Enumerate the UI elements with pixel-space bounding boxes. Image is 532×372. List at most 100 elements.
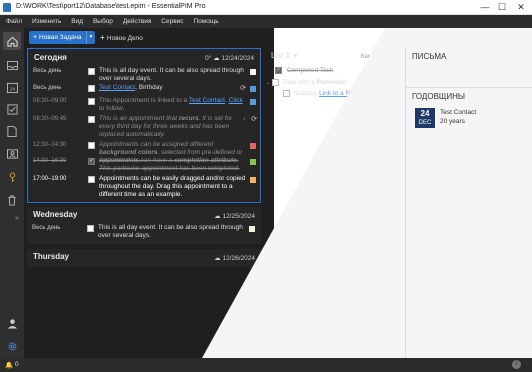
day-title: Thursday <box>33 252 70 261</box>
row-checkbox[interactable] <box>88 142 95 149</box>
new-case-button[interactable]: + Новое Дело <box>100 31 143 44</box>
appointment-row[interactable]: 14:30–16:30 ✓ Appointments can have a co… <box>28 157 260 174</box>
click-link[interactable]: Click <box>229 97 243 104</box>
row-checkbox[interactable] <box>88 98 95 105</box>
birthdays-section-title-light: ГОДОВЩИНЫ <box>412 92 466 101</box>
arrow-down-icon: ↓ <box>242 115 247 122</box>
close-button[interactable]: ✕ <box>514 1 528 13</box>
day-date: 0° ☁ 12/24/2024 <box>205 54 254 62</box>
subtask-count: 1 <box>383 79 387 85</box>
menu-select[interactable]: Выбор <box>93 15 113 28</box>
row-checkbox-checked[interactable]: ✓ <box>88 158 95 165</box>
list-item-text: Subtask <box>293 90 320 98</box>
pane-divider <box>405 48 406 358</box>
menu-edit[interactable]: Изменить <box>32 15 61 28</box>
menu-bar: Файл Изменить Вид Выбор Действия Сервис … <box>0 15 532 28</box>
svg-text:24: 24 <box>9 86 15 91</box>
row-text: This is all day event. It can be also sp… <box>99 67 244 82</box>
appointment-row[interactable]: 17:00–19:00 Appointments can be easily d… <box>28 175 260 203</box>
appointment-row[interactable]: Весь день This is all day event. It can … <box>27 224 259 241</box>
appointment-row[interactable]: 08:30–09:45 This is an appointment that … <box>28 115 260 141</box>
date-badge-light: 24 DEC <box>415 108 435 128</box>
maximize-button[interactable]: ☐ <box>495 1 509 13</box>
nav-home-icon[interactable] <box>3 32 21 50</box>
color-square <box>250 86 256 92</box>
nav-contacts-icon[interactable] <box>3 145 21 163</box>
menu-file[interactable]: Файл <box>6 15 22 28</box>
minimize-button[interactable]: — <box>478 1 492 13</box>
row-text: Appointments can be assigned different <box>99 141 214 148</box>
appointment-row[interactable]: 08:30–09:00 This Appointment is linked t… <box>28 97 260 114</box>
row-checkbox[interactable] <box>88 116 95 123</box>
nav-settings-icon[interactable] <box>3 337 21 355</box>
appointment-row[interactable]: 12:30–14:30 Appointments can be assigned… <box>28 141 260 164</box>
color-square <box>250 143 256 149</box>
row-checkbox[interactable] <box>88 176 95 183</box>
new-case-label: Новое Дело <box>106 35 143 42</box>
row-time: Весь день <box>32 225 61 231</box>
row-time: 14:30–16:30 <box>33 158 67 164</box>
recur-icon: ⟳ <box>251 116 257 123</box>
cloud-icon: ☁ <box>213 55 220 62</box>
sort-label: Как в Задаче <box>361 54 398 60</box>
nav-passwords-icon[interactable] <box>3 168 21 186</box>
row-text: This is an appointment that <box>99 115 179 122</box>
row-checkbox[interactable] <box>87 225 94 232</box>
appointment-row[interactable]: Весь день Test Contact, Birthday ⟳ <box>28 84 260 95</box>
date-badge-day: 24 <box>420 109 430 118</box>
weather-value: 0° <box>205 55 212 62</box>
list-item[interactable]: ⌄ Task with a Reminder <box>266 79 347 86</box>
row-time: Весь день <box>33 85 62 91</box>
nav-calendar-icon[interactable]: 24 <box>3 78 21 96</box>
appointment-row[interactable]: Весь день This is all day event. It can … <box>28 66 260 83</box>
row-text: Appointments can be easily dragged and/o… <box>99 175 246 198</box>
menu-help[interactable]: Помощь <box>194 15 219 28</box>
nav-user-icon[interactable] <box>3 314 21 332</box>
row-time: 12:30–14:30 <box>33 142 67 148</box>
info-icon[interactable]: i <box>512 360 521 369</box>
list-item-text: Task with a <box>282 79 317 87</box>
list-item[interactable]: Subtask Link to a Note <box>283 90 359 97</box>
nav-trash-icon[interactable] <box>3 191 21 209</box>
recur-icon: ⟳ <box>240 85 246 92</box>
menu-tools[interactable]: Сервис <box>161 15 183 28</box>
menu-view[interactable]: Вид <box>71 15 83 28</box>
row-text-after: to follow. <box>99 105 125 112</box>
nav-notes-icon[interactable] <box>3 122 21 140</box>
list-item[interactable]: ✓ Completed Task <box>275 67 333 74</box>
window-title: D:\WORK\Test\port12\Database\test.epim -… <box>16 3 206 10</box>
expand-nav-icon[interactable]: » <box>15 215 19 222</box>
bell-icon[interactable]: 🔔 <box>5 361 13 369</box>
nav-mail-icon[interactable] <box>3 56 21 74</box>
contact-link[interactable]: Test Contact <box>189 97 225 104</box>
chevron-down-icon[interactable]: ▼ <box>86 31 95 44</box>
new-task-label: Новая Задача <box>39 34 82 41</box>
new-task-button[interactable]: + Новая Задача ▼ <box>29 31 95 44</box>
row-checkbox[interactable] <box>88 68 95 75</box>
row-text-bold: background colors <box>99 149 158 156</box>
row-time: 08:30–09:00 <box>33 98 67 104</box>
contact-link[interactable]: Test Contact <box>99 84 135 91</box>
chevron-down-icon[interactable]: ⌄ <box>266 80 270 86</box>
birthday-contact-light[interactable]: Test Contact <box>440 109 476 116</box>
checkbox-checked[interactable]: ✓ <box>275 67 282 74</box>
menu-actions[interactable]: Действия <box>123 15 151 28</box>
list-item-bold: Reminder <box>316 79 347 87</box>
list-item-text: Completed Task <box>286 67 334 75</box>
color-square <box>250 159 256 165</box>
nav-tasks-icon[interactable] <box>3 100 21 118</box>
row-checkbox[interactable] <box>88 85 95 92</box>
checkbox[interactable] <box>283 90 290 97</box>
row-time: 08:30–09:45 <box>33 116 67 122</box>
wednesday-panel: Wednesday ☁ 12/25/2024 Весь день This is… <box>27 207 261 244</box>
mail-section-title-light: ПИСЬМА <box>412 52 447 61</box>
checkbox[interactable] <box>272 79 280 86</box>
color-square <box>250 177 256 183</box>
list-title[interactable]: List 1 ▼ <box>271 51 298 60</box>
note-link[interactable]: Link to a Note <box>319 90 359 97</box>
color-square <box>391 68 397 74</box>
date-label: 12/26/2024 <box>222 255 255 262</box>
row-text: , Birthday <box>135 84 163 91</box>
status-bar: 🔔 0 i <box>0 358 532 372</box>
sort-dropdown[interactable]: Как в Задаче ▼ <box>361 54 405 60</box>
